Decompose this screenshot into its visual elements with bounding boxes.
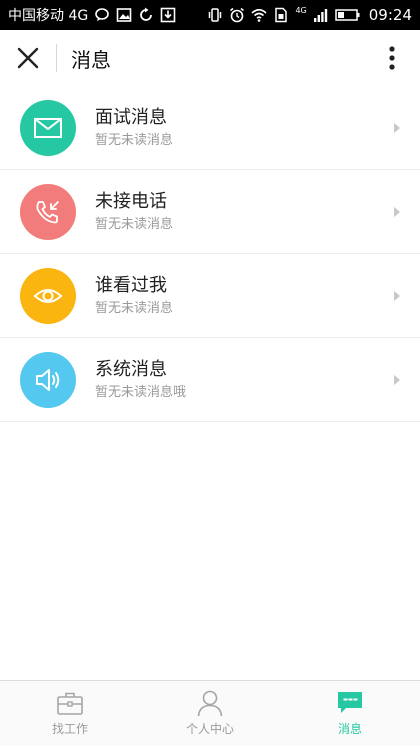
missed-call-icon: [36, 200, 59, 223]
vibrate-icon: [207, 7, 223, 23]
battery-icon: [335, 7, 361, 23]
message-text: 面试消息 暂无未读消息: [95, 106, 382, 150]
nav-find-job[interactable]: 找工作: [0, 681, 140, 746]
wifi-icon: [251, 7, 268, 23]
clock-time: 09:24: [368, 6, 412, 24]
network-type-label: 4G: [295, 6, 307, 15]
message-title: 未接电话: [95, 190, 167, 212]
nav-messages[interactable]: 消息: [280, 681, 420, 746]
chevron-right-icon: [382, 86, 412, 170]
nav-label: 找工作: [51, 722, 88, 736]
sim-icon: [273, 7, 289, 23]
chevron-right-icon: [382, 170, 412, 254]
system-icon-circle: [20, 351, 76, 408]
message-item-interview[interactable]: 面试消息 暂无未读消息: [0, 86, 420, 170]
nav-profile[interactable]: 个人中心: [140, 681, 280, 746]
header-divider: [56, 44, 57, 72]
nav-label: 消息: [337, 722, 362, 736]
person-icon: [197, 690, 223, 717]
envelope-icon: [34, 117, 62, 138]
message-subtitle: 暂无未读消息: [95, 300, 174, 316]
status-bar: 中国移动 4G 4G 09:24: [0, 0, 420, 30]
missed-call-icon-circle: [20, 183, 76, 240]
status-right: 4G 09:24: [207, 6, 412, 24]
more-vertical-icon: [389, 46, 395, 70]
viewed-icon-circle: [20, 267, 76, 324]
chat-notification-icon: [94, 7, 110, 23]
message-subtitle: 暂无未读消息: [95, 216, 174, 232]
message-item-who-viewed-me[interactable]: 谁看过我 暂无未读消息: [0, 254, 420, 338]
bottom-navigation: 找工作 个人中心 消息: [0, 680, 420, 746]
close-icon: [17, 47, 39, 69]
chat-bubble-icon: [338, 692, 362, 713]
interview-icon-circle: [20, 99, 76, 156]
signal-icon: [313, 7, 329, 23]
message-title: 系统消息: [95, 358, 167, 380]
nav-label: 个人中心: [185, 722, 234, 736]
message-text: 系统消息 暂无未读消息哦: [95, 358, 382, 402]
page-title: 消息: [71, 47, 111, 72]
image-notification-icon: [116, 7, 132, 23]
message-text: 未接电话 暂无未读消息: [95, 190, 382, 234]
message-subtitle: 暂无未读消息: [95, 132, 174, 148]
eye-icon: [33, 288, 63, 303]
sync-notification-icon: [138, 7, 154, 23]
message-item-system[interactable]: 系统消息 暂无未读消息哦: [0, 338, 420, 422]
alarm-icon: [229, 7, 245, 23]
status-left: 中国移动 4G: [8, 5, 176, 25]
message-title: 面试消息: [95, 106, 167, 128]
close-button[interactable]: [0, 30, 56, 86]
message-subtitle: 暂无未读消息哦: [95, 384, 187, 400]
message-text: 谁看过我 暂无未读消息: [95, 274, 382, 318]
message-title: 谁看过我: [95, 274, 167, 296]
message-item-missed-calls[interactable]: 未接电话 暂无未读消息: [0, 170, 420, 254]
speaker-icon: [36, 368, 60, 391]
download-notification-icon: [160, 7, 176, 23]
carrier-label: 中国移动 4G: [8, 8, 89, 24]
app-screen: 中国移动 4G 4G 09:24 消息 面试消息 暂无未读消息 未接电话 暂无未…: [0, 0, 420, 746]
message-category-list: 面试消息 暂无未读消息 未接电话 暂无未读消息 谁看过我 暂无未读消息 系统消息…: [0, 86, 420, 422]
chevron-right-icon: [382, 338, 412, 422]
more-options-button[interactable]: [364, 30, 420, 86]
header-bar: 消息: [0, 30, 420, 86]
chevron-right-icon: [382, 254, 412, 338]
briefcase-icon: [57, 692, 83, 715]
